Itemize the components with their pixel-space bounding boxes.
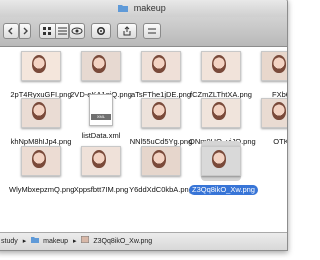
file-name: listData.xml: [81, 131, 121, 140]
image-thumbnail: [21, 98, 61, 128]
file-item[interactable]: khNpM8hIJp4.png: [9, 98, 73, 147]
file-item[interactable]: OTK: [249, 98, 288, 147]
share-button[interactable]: [117, 23, 137, 39]
path-bar: study ▸ makeup ▸ Z3Qq8ikO_Xw.png: [0, 232, 287, 250]
list-view-button[interactable]: [55, 23, 69, 39]
file-item-selected[interactable]: Z3Qq8ikO_Xw.png: [189, 146, 258, 197]
image-thumbnail: [201, 51, 241, 81]
image-thumbnail: [141, 146, 181, 176]
finder-window: makeup 2pT4RyxuGFI.png aTsFThe1jDE.png f…: [0, 0, 288, 251]
file-item[interactable]: fCZmZLThtXA.png: [189, 51, 253, 100]
image-file-icon: [80, 233, 90, 250]
file-item[interactable]: 2pT4RyxuGFI.png: [9, 51, 73, 100]
gear-icon: [96, 26, 106, 36]
window-title: makeup: [133, 3, 166, 13]
file-item[interactable]: Y6ddXdC0kbA.png: [129, 146, 193, 195]
toolbar: [0, 17, 287, 47]
action-button[interactable]: [91, 23, 111, 39]
icon-view-button[interactable]: [39, 23, 56, 39]
image-thumbnail: [81, 51, 121, 81]
file-item[interactable]: NNl55uCd5Yg.png: [129, 98, 193, 147]
image-thumbnail: [261, 51, 287, 81]
path-item[interactable]: study: [1, 233, 18, 250]
list-view-icon: [57, 27, 67, 35]
path-item[interactable]: makeup: [43, 233, 68, 250]
image-thumbnail: [81, 146, 121, 176]
xml-document-icon: XML: [89, 94, 113, 126]
back-button[interactable]: [3, 23, 19, 39]
image-thumbnail: [201, 146, 241, 176]
file-name: Xppsfbtt7IM.png: [73, 185, 129, 194]
file-grid: 2pT4RyxuGFI.png 2VD-eKA1gjQ.png aTsFThe1…: [0, 47, 287, 232]
file-name: OTK: [273, 137, 288, 146]
file-item[interactable]: FXb6: [249, 51, 287, 100]
file-item[interactable]: Xppsfbtt7IM.png: [69, 146, 133, 195]
forward-button[interactable]: [19, 23, 31, 39]
title-bar[interactable]: makeup: [0, 0, 287, 17]
image-thumbnail: [261, 98, 287, 128]
image-thumbnail: [141, 51, 181, 81]
icon-view-icon: [43, 26, 51, 35]
chevron-right-icon: ▸: [22, 238, 27, 245]
arrange-icon: [148, 28, 156, 34]
file-item[interactable]: ONm9HO_yjJQ.png: [189, 98, 256, 147]
file-name: Y6ddXdC0kbA.png: [129, 185, 193, 194]
folder-icon: [118, 0, 129, 18]
image-thumbnail: [141, 98, 181, 128]
arrange-button[interactable]: [143, 23, 161, 39]
chevron-right-icon: ▸: [72, 238, 77, 245]
forward-icon: [23, 27, 28, 35]
file-item[interactable]: WlyMbxepzmQ.png: [9, 146, 75, 195]
file-name-selected: Z3Qq8ikO_Xw.png: [189, 185, 258, 195]
file-name: WlyMbxepzmQ.png: [9, 185, 75, 194]
eye-icon: [71, 27, 83, 35]
image-thumbnail: [21, 146, 61, 176]
file-item[interactable]: 2VD-eKA1gjQ.png: [69, 51, 133, 100]
file-item[interactable]: XML listData.xml: [69, 94, 133, 141]
path-item[interactable]: Z3Qq8ikO_Xw.png: [93, 233, 152, 250]
back-icon: [8, 27, 13, 35]
folder-icon: [31, 233, 40, 250]
xml-badge: XML: [91, 114, 111, 120]
image-thumbnail: [201, 98, 241, 128]
image-thumbnail: [21, 51, 61, 81]
file-item[interactable]: aTsFThe1jDE.png: [129, 51, 193, 100]
quicklook-button[interactable]: [69, 23, 85, 39]
share-icon: [123, 26, 131, 36]
